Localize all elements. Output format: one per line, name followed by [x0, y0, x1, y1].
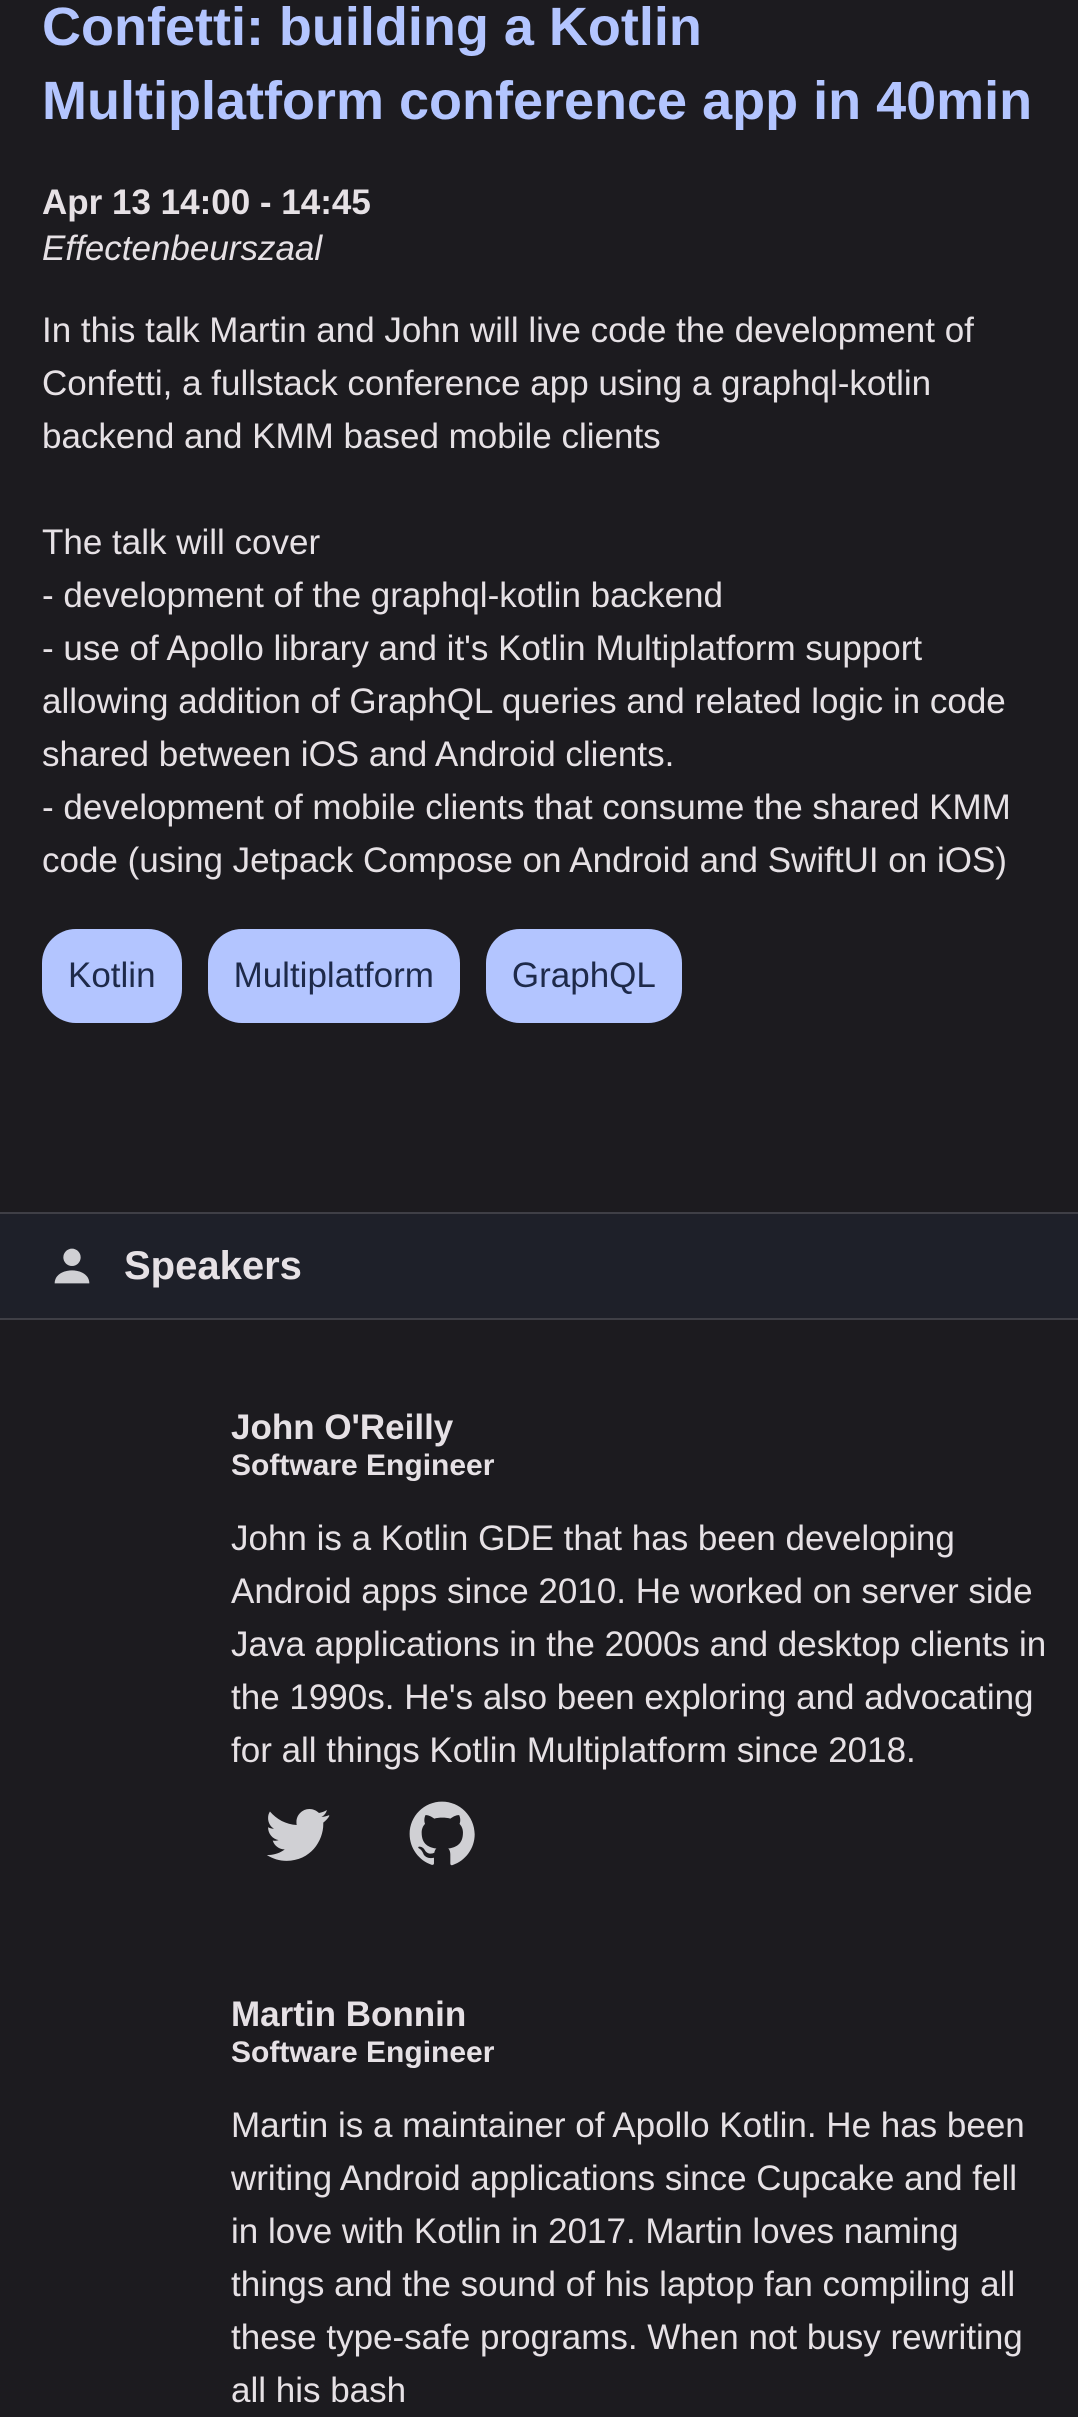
speaker-name: Martin Bonnin — [231, 1995, 467, 2034]
session-detail: Confetti: building a Kotlin Multiplatfor… — [0, 0, 1078, 1023]
speaker-bio: John is a Kotlin GDE that has been devel… — [231, 1519, 1047, 1770]
person-icon — [54, 1248, 90, 1284]
github-icon[interactable] — [405, 1797, 479, 1871]
session-time: Apr 13 14:00 - 14:45 — [42, 183, 371, 222]
speaker-role: Software Engineer — [231, 1449, 495, 1482]
tag-list: Kotlin Multiplatform GraphQL — [42, 929, 1036, 1023]
speaker-card: Martin Bonnin Software Engineer Martin i… — [231, 1995, 1051, 2417]
speaker-social-links — [231, 1797, 1051, 1871]
speakers-label: Speakers — [124, 1243, 302, 1288]
speaker-bio: Martin is a maintainer of Apollo Kotlin.… — [231, 2106, 1025, 2410]
tag-multiplatform[interactable]: Multiplatform — [207, 929, 460, 1023]
session-description: In this talk Martin and John will live c… — [42, 311, 1011, 880]
tag-graphql[interactable]: GraphQL — [485, 929, 682, 1023]
session-title: Confetti: building a Kotlin Multiplatfor… — [42, 0, 1033, 131]
session-room: Effectenbeurszaal — [42, 229, 323, 268]
speakers-header: Speakers — [0, 1212, 1078, 1320]
twitter-icon[interactable] — [261, 1797, 335, 1871]
speaker-name: John O'Reilly — [231, 1408, 454, 1447]
tag-kotlin[interactable]: Kotlin — [42, 929, 182, 1023]
speaker-card: John O'Reilly Software Engineer John is … — [231, 1408, 1051, 1871]
speaker-role: Software Engineer — [231, 2036, 495, 2069]
